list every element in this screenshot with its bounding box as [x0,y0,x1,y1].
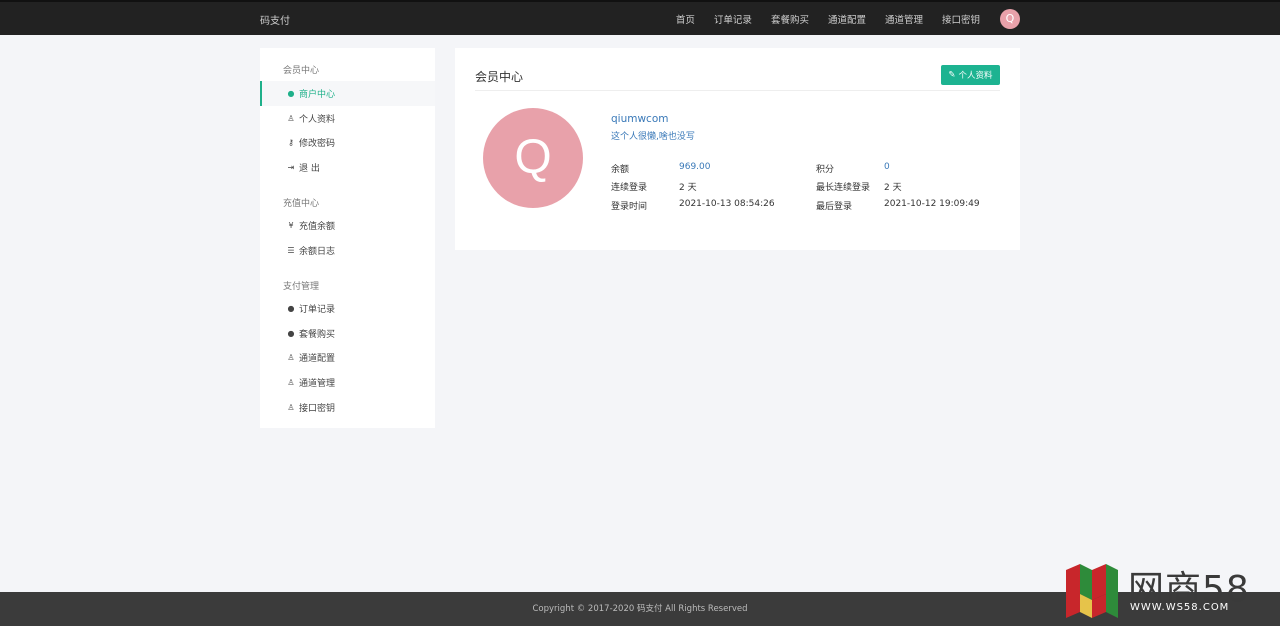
user-circle-icon: ● [287,329,295,338]
points-value: 0 [884,162,890,172]
nav-packages[interactable]: 套餐购买 [771,12,809,26]
sidebar-item-channel-manage[interactable]: ♙ 通道管理 [260,370,435,395]
sidebar-item-label: 通道配置 [299,354,336,364]
user-icon: ♙ [287,353,295,362]
nav-channel-manage[interactable]: 通道管理 [885,12,923,26]
sidebar-item-label: 充值余额 [299,222,336,232]
sidebar-item-label: 通道管理 [299,379,336,389]
balance-value: 969.00 [679,162,711,172]
sidebar-item-packages[interactable]: ● 套餐购买 [260,321,435,346]
balance-label: 余额 [611,165,630,175]
points-label: 积分 [816,165,835,175]
member-center-panel: 会员中心 ✎ 个人资料 Q qiumwcom 这个人很懒,啥也没写 余额 969… [455,48,1020,250]
sidebar-item-change-password[interactable]: ⚷ 修改密码 [260,130,435,155]
divider [475,90,1000,91]
username[interactable]: qiumwcom [611,113,668,125]
user-circle-icon: ● [287,89,295,98]
sidebar-item-profile[interactable]: ♙ 个人资料 [260,106,435,131]
last-login-label: 最后登录 [816,202,853,212]
user-icon: ♙ [287,378,295,387]
sidebar-item-orders[interactable]: ● 订单记录 [260,296,435,321]
watermark-logo: 网商58 WWW.WS58.COM [1062,558,1272,620]
sidebar-item-recharge[interactable]: ¥ 充值余额 [260,213,435,238]
sidebar-item-label: 商户中心 [299,90,336,100]
sidebar-group-title: 会员中心 [283,66,320,76]
top-nav: 首页 订单记录 套餐购买 通道配置 通道管理 接口密钥 [657,12,980,26]
sidebar-group-title: 充值中心 [283,199,320,209]
sidebar-item-channel-config[interactable]: ♙ 通道配置 [260,345,435,370]
longest-streak-value: 2 天 [884,183,902,193]
sidebar-item-balance-log[interactable]: ☰ 余额日志 [260,238,435,263]
profile-avatar: Q [483,108,583,208]
watermark-url: WWW.WS58.COM [1130,602,1230,613]
yen-icon: ¥ [288,221,294,230]
sidebar-item-api-key[interactable]: ♙ 接口密钥 [260,395,435,420]
login-time-label: 登录时间 [611,202,648,212]
sidebar: 会员中心 ● 商户中心 ♙ 个人资料 ⚷ 修改密码 ⇥ 退 出 充值中心 ¥ 充… [260,48,435,428]
sidebar-item-label: 个人资料 [299,115,336,125]
edit-profile-label: 个人资料 [958,71,993,81]
streak-value: 2 天 [679,183,697,193]
pencil-icon: ✎ [948,70,956,80]
edit-profile-button[interactable]: ✎ 个人资料 [941,65,1000,85]
sidebar-group-title: 支付管理 [283,282,320,292]
streak-label: 连续登录 [611,183,648,193]
user-icon: ♙ [287,403,295,412]
sign-out-icon: ⇥ [287,163,295,172]
list-icon: ☰ [287,246,295,255]
sidebar-item-merchant-center[interactable]: ● 商户中心 [260,81,435,106]
page-title: 会员中心 [475,70,524,84]
nav-orders[interactable]: 订单记录 [714,12,752,26]
user-avatar[interactable]: Q [1000,9,1020,29]
user-circle-icon: ● [287,304,295,313]
nav-channel-config[interactable]: 通道配置 [828,12,866,26]
cube-logo-icon [1066,564,1118,618]
last-login-value: 2021-10-12 19:09:49 [884,199,980,209]
sidebar-item-label: 订单记录 [299,305,336,315]
nav-home[interactable]: 首页 [676,12,695,26]
nav-api-key[interactable]: 接口密钥 [942,12,980,26]
longest-streak-label: 最长连续登录 [816,183,871,193]
brand-logo[interactable]: 码支付 [260,12,290,27]
sidebar-item-label: 余额日志 [299,247,336,257]
user-bio: 这个人很懒,啥也没写 [611,132,695,142]
sidebar-item-logout[interactable]: ⇥ 退 出 [260,155,435,180]
sidebar-item-label: 接口密钥 [299,404,336,414]
sidebar-item-label: 退 出 [299,164,320,174]
sidebar-item-label: 套餐购买 [299,330,336,340]
user-icon: ♙ [287,114,295,123]
key-icon: ⚷ [288,138,294,147]
login-time-value: 2021-10-13 08:54:26 [679,199,775,209]
top-navbar: 码支付 首页 订单记录 套餐购买 通道配置 通道管理 接口密钥 Q [0,0,1280,35]
sidebar-item-label: 修改密码 [299,139,336,149]
